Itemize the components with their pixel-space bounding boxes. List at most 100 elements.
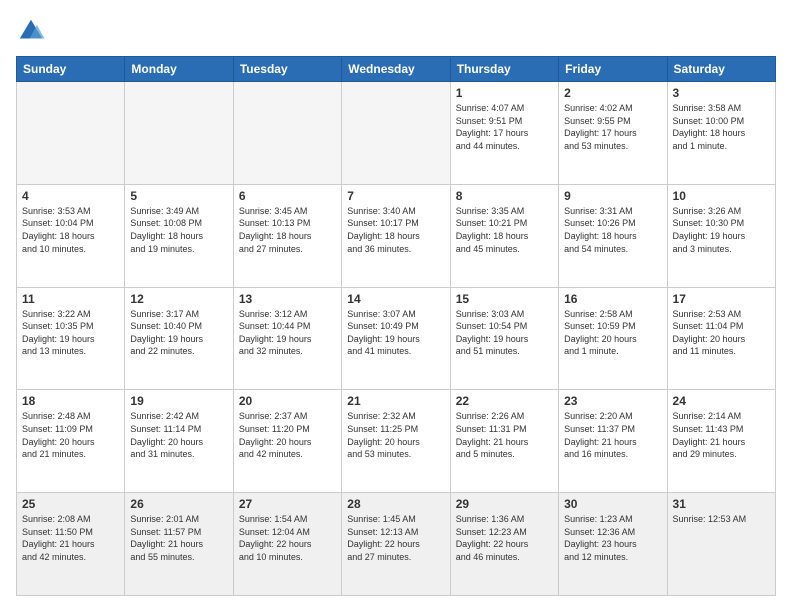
day-number: 26 bbox=[130, 497, 227, 511]
day-info: Sunrise: 2:53 AM Sunset: 11:04 PM Daylig… bbox=[673, 308, 770, 358]
calendar-cell-8: 8 Sunrise: 3:35 AM Sunset: 10:21 PM Dayli… bbox=[450, 184, 558, 287]
calendar-cell-23: 23Sunrise: 2:20 AM Sunset: 11:37 PM Dayl… bbox=[559, 390, 667, 493]
calendar-cell-6: 6Sunrise: 3:45 AM Sunset: 10:13 PM Dayli… bbox=[233, 184, 341, 287]
day-number: 29 bbox=[456, 497, 553, 511]
col-header-saturday: Saturday bbox=[667, 57, 775, 82]
calendar-cell-14: 14 Sunrise: 3:07 AM Sunset: 10:49 PM Dayl… bbox=[342, 287, 450, 390]
calendar-week-4: 18 Sunrise: 2:48 AM Sunset: 11:09 PM Dayl… bbox=[17, 390, 776, 493]
day-info: Sunrise: 3:12 AM Sunset: 10:44 PM Daylig… bbox=[239, 308, 336, 358]
day-info: Sunrise: 3:35 AM Sunset: 10:21 PM Daylig… bbox=[456, 205, 553, 255]
day-number: 19 bbox=[130, 394, 227, 408]
day-info: Sunrise: 3:22 AM Sunset: 10:35 PM Daylig… bbox=[22, 308, 119, 358]
day-number: 28 bbox=[347, 497, 444, 511]
day-number: 10 bbox=[673, 189, 770, 203]
calendar-header-row: SundayMondayTuesdayWednesdayThursdayFrid… bbox=[17, 57, 776, 82]
calendar-cell-empty-0-0 bbox=[17, 82, 125, 185]
day-info: Sunrise: 2:37 AM Sunset: 11:20 PM Daylig… bbox=[239, 410, 336, 460]
calendar-cell-27: 27 Sunrise: 1:54 AM Sunset: 12:04 AM Dayl… bbox=[233, 493, 341, 596]
logo bbox=[16, 16, 50, 46]
calendar-cell-16: 16 Sunrise: 2:58 AM Sunset: 10:59 PM Dayl… bbox=[559, 287, 667, 390]
calendar-cell-24: 24 Sunrise: 2:14 AM Sunset: 11:43 PM Dayl… bbox=[667, 390, 775, 493]
day-info: Sunrise: 4:02 AM Sunset: 9:55 PM Dayligh… bbox=[564, 102, 661, 152]
calendar-cell-7: 7Sunrise: 3:40 AM Sunset: 10:17 PM Dayli… bbox=[342, 184, 450, 287]
day-info: Sunrise: 2:26 AM Sunset: 11:31 PM Daylig… bbox=[456, 410, 553, 460]
day-info: Sunrise: 2:42 AM Sunset: 11:14 PM Daylig… bbox=[130, 410, 227, 460]
calendar-week-2: 4 Sunrise: 3:53 AM Sunset: 10:04 PM Dayli… bbox=[17, 184, 776, 287]
day-number: 5 bbox=[130, 189, 227, 203]
day-info: Sunrise: 2:14 AM Sunset: 11:43 PM Daylig… bbox=[673, 410, 770, 460]
day-number: 8 bbox=[456, 189, 553, 203]
day-number: 4 bbox=[22, 189, 119, 203]
calendar-week-3: 11 Sunrise: 3:22 AM Sunset: 10:35 PM Dayl… bbox=[17, 287, 776, 390]
day-number: 16 bbox=[564, 292, 661, 306]
day-number: 21 bbox=[347, 394, 444, 408]
calendar-table: SundayMondayTuesdayWednesdayThursdayFrid… bbox=[16, 56, 776, 596]
calendar-cell-26: 26 Sunrise: 2:01 AM Sunset: 11:57 PM Dayl… bbox=[125, 493, 233, 596]
day-info: Sunrise: 3:17 AM Sunset: 10:40 PM Daylig… bbox=[130, 308, 227, 358]
calendar-cell-10: 10 Sunrise: 3:26 AM Sunset: 10:30 PM Dayl… bbox=[667, 184, 775, 287]
day-info: Sunrise: 1:54 AM Sunset: 12:04 AM Daylig… bbox=[239, 513, 336, 563]
day-info: Sunrise: 4:07 AM Sunset: 9:51 PM Dayligh… bbox=[456, 102, 553, 152]
calendar-cell-empty-0-1 bbox=[125, 82, 233, 185]
calendar-cell-2: 2 Sunrise: 4:02 AM Sunset: 9:55 PM Daylig… bbox=[559, 82, 667, 185]
calendar-cell-5: 5 Sunrise: 3:49 AM Sunset: 10:08 PM Dayli… bbox=[125, 184, 233, 287]
day-number: 15 bbox=[456, 292, 553, 306]
day-number: 22 bbox=[456, 394, 553, 408]
day-info: Sunrise: 3:26 AM Sunset: 10:30 PM Daylig… bbox=[673, 205, 770, 255]
day-info: Sunrise: 2:58 AM Sunset: 10:59 PM Daylig… bbox=[564, 308, 661, 358]
day-number: 27 bbox=[239, 497, 336, 511]
calendar-cell-empty-0-3 bbox=[342, 82, 450, 185]
calendar-cell-28: 28Sunrise: 1:45 AM Sunset: 12:13 AM Dayl… bbox=[342, 493, 450, 596]
day-number: 13 bbox=[239, 292, 336, 306]
calendar-cell-30: 30 Sunrise: 1:23 AM Sunset: 12:36 AM Dayl… bbox=[559, 493, 667, 596]
calendar-cell-11: 11 Sunrise: 3:22 AM Sunset: 10:35 PM Dayl… bbox=[17, 287, 125, 390]
day-info: Sunrise: 12:53 AM bbox=[673, 513, 770, 526]
day-info: Sunrise: 2:01 AM Sunset: 11:57 PM Daylig… bbox=[130, 513, 227, 563]
calendar-cell-4: 4 Sunrise: 3:53 AM Sunset: 10:04 PM Dayli… bbox=[17, 184, 125, 287]
day-number: 2 bbox=[564, 86, 661, 100]
day-info: Sunrise: 2:20 AM Sunset: 11:37 PM Daylig… bbox=[564, 410, 661, 460]
col-header-sunday: Sunday bbox=[17, 57, 125, 82]
col-header-thursday: Thursday bbox=[450, 57, 558, 82]
calendar-cell-3: 3Sunrise: 3:58 AM Sunset: 10:00 PM Dayli… bbox=[667, 82, 775, 185]
calendar-cell-17: 17 Sunrise: 2:53 AM Sunset: 11:04 PM Dayl… bbox=[667, 287, 775, 390]
calendar-cell-12: 12 Sunrise: 3:17 AM Sunset: 10:40 PM Dayl… bbox=[125, 287, 233, 390]
calendar-cell-25: 25Sunrise: 2:08 AM Sunset: 11:50 PM Dayl… bbox=[17, 493, 125, 596]
day-number: 18 bbox=[22, 394, 119, 408]
day-number: 17 bbox=[673, 292, 770, 306]
day-number: 3 bbox=[673, 86, 770, 100]
day-info: Sunrise: 3:03 AM Sunset: 10:54 PM Daylig… bbox=[456, 308, 553, 358]
day-info: Sunrise: 2:48 AM Sunset: 11:09 PM Daylig… bbox=[22, 410, 119, 460]
header bbox=[16, 16, 776, 46]
day-number: 14 bbox=[347, 292, 444, 306]
calendar-cell-15: 15 Sunrise: 3:03 AM Sunset: 10:54 PM Dayl… bbox=[450, 287, 558, 390]
day-info: Sunrise: 3:31 AM Sunset: 10:26 PM Daylig… bbox=[564, 205, 661, 255]
logo-icon bbox=[16, 16, 46, 46]
calendar-cell-13: 13 Sunrise: 3:12 AM Sunset: 10:44 PM Dayl… bbox=[233, 287, 341, 390]
calendar-cell-31: 31 Sunrise: 12:53 AM bbox=[667, 493, 775, 596]
day-number: 31 bbox=[673, 497, 770, 511]
calendar-cell-29: 29 Sunrise: 1:36 AM Sunset: 12:23 AM Dayl… bbox=[450, 493, 558, 596]
col-header-monday: Monday bbox=[125, 57, 233, 82]
calendar-week-5: 25Sunrise: 2:08 AM Sunset: 11:50 PM Dayl… bbox=[17, 493, 776, 596]
day-number: 11 bbox=[22, 292, 119, 306]
calendar-cell-1: 1Sunrise: 4:07 AM Sunset: 9:51 PM Daylig… bbox=[450, 82, 558, 185]
calendar-cell-22: 22 Sunrise: 2:26 AM Sunset: 11:31 PM Dayl… bbox=[450, 390, 558, 493]
day-info: Sunrise: 3:53 AM Sunset: 10:04 PM Daylig… bbox=[22, 205, 119, 255]
calendar-cell-21: 21Sunrise: 2:32 AM Sunset: 11:25 PM Dayl… bbox=[342, 390, 450, 493]
calendar-cell-9: 9 Sunrise: 3:31 AM Sunset: 10:26 PM Dayli… bbox=[559, 184, 667, 287]
day-number: 24 bbox=[673, 394, 770, 408]
day-info: Sunrise: 3:49 AM Sunset: 10:08 PM Daylig… bbox=[130, 205, 227, 255]
day-info: Sunrise: 3:45 AM Sunset: 10:13 PM Daylig… bbox=[239, 205, 336, 255]
day-info: Sunrise: 3:07 AM Sunset: 10:49 PM Daylig… bbox=[347, 308, 444, 358]
day-info: Sunrise: 1:36 AM Sunset: 12:23 AM Daylig… bbox=[456, 513, 553, 563]
day-info: Sunrise: 2:08 AM Sunset: 11:50 PM Daylig… bbox=[22, 513, 119, 563]
day-number: 12 bbox=[130, 292, 227, 306]
day-number: 30 bbox=[564, 497, 661, 511]
day-number: 9 bbox=[564, 189, 661, 203]
page: SundayMondayTuesdayWednesdayThursdayFrid… bbox=[0, 0, 792, 612]
day-number: 20 bbox=[239, 394, 336, 408]
day-info: Sunrise: 3:40 AM Sunset: 10:17 PM Daylig… bbox=[347, 205, 444, 255]
day-info: Sunrise: 1:23 AM Sunset: 12:36 AM Daylig… bbox=[564, 513, 661, 563]
col-header-tuesday: Tuesday bbox=[233, 57, 341, 82]
